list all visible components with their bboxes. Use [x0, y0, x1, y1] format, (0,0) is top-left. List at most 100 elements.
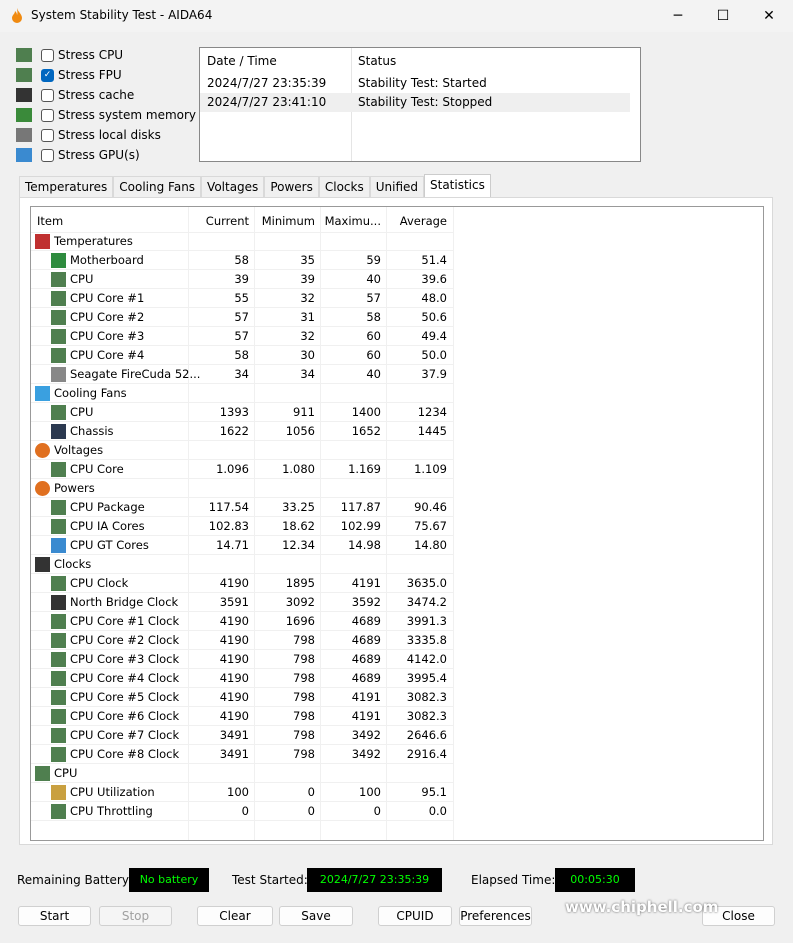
current-value: 4190 [219, 614, 249, 628]
table-row[interactable]: CPU Core #8 Clock 3491 798 3492 2916.4 [31, 745, 454, 764]
log-row[interactable]: 2024/7/27 23:41:10 Stability Test: Stoppe… [200, 93, 630, 112]
average-value: 39.6 [421, 272, 447, 286]
table-row[interactable]: CPU Utilization 100 0 100 95.1 [31, 783, 454, 802]
table-row[interactable]: North Bridge Clock 3591 3092 3592 3474.2 [31, 593, 454, 612]
table-row[interactable]: Motherboard 58 35 59 51.4 [31, 251, 454, 270]
table-group-row[interactable]: CPU [31, 764, 454, 783]
cpu-icon [51, 519, 66, 534]
header-minimum[interactable]: Minimum [255, 209, 315, 233]
checkbox[interactable]: ✓ [41, 68, 54, 82]
stress-option[interactable]: Stress local disks [16, 125, 161, 145]
header-current[interactable]: Current [189, 209, 249, 233]
tab-cooling-fans[interactable]: Cooling Fans [113, 176, 202, 197]
checkbox[interactable] [41, 48, 54, 62]
maximum-value: 100 [359, 785, 381, 799]
table-row[interactable]: CPU Core #5 Clock 4190 798 4191 3082.3 [31, 688, 454, 707]
motherboard-icon [51, 253, 66, 268]
log-row[interactable]: 2024/7/27 23:35:39 Stability Test: Starte… [200, 74, 630, 93]
minimize-button[interactable]: ─ [655, 0, 701, 32]
stress-label: Stress system memory [58, 108, 197, 122]
table-row[interactable]: CPU Core #3 Clock 4190 798 4689 4142.0 [31, 650, 454, 669]
header-average[interactable]: Average [387, 209, 447, 233]
minimum-value: 0 [307, 785, 315, 799]
log-header-status[interactable]: Status [351, 48, 396, 75]
tab-voltages[interactable]: Voltages [201, 176, 265, 197]
stop-button[interactable]: Stop [99, 906, 172, 926]
header-maximum[interactable]: Maximu... [321, 209, 381, 233]
average-value: 48.0 [421, 291, 447, 305]
stress-option[interactable]: ✓ Stress FPU [16, 65, 122, 85]
table-row[interactable]: CPU IA Cores 102.83 18.62 102.99 75.67 [31, 517, 454, 536]
clear-button[interactable]: Clear [197, 906, 273, 926]
table-row[interactable]: CPU Core #2 Clock 4190 798 4689 3335.8 [31, 631, 454, 650]
table-row[interactable]: CPU 1393 911 1400 1234 [31, 403, 454, 422]
table-row[interactable]: CPU Core #1 55 32 57 48.0 [31, 289, 454, 308]
item-name: Clocks [54, 557, 92, 571]
table-row[interactable]: CPU Clock 4190 1895 4191 3635.0 [31, 574, 454, 593]
maximum-value: 4689 [351, 671, 381, 685]
table-row[interactable]: CPU Core #3 57 32 60 49.4 [31, 327, 454, 346]
table-row[interactable]: CPU Core #4 Clock 4190 798 4689 3995.4 [31, 669, 454, 688]
maximum-value: 117.87 [340, 500, 381, 514]
checkbox[interactable] [41, 128, 54, 142]
maximum-value: 14.98 [348, 538, 381, 552]
checkbox[interactable] [41, 148, 54, 162]
gpu-monitor-icon [16, 148, 32, 162]
table-row[interactable]: CPU Core #7 Clock 3491 798 3492 2646.6 [31, 726, 454, 745]
table-group-row[interactable]: Cooling Fans [31, 384, 454, 403]
maximum-value: 59 [366, 253, 381, 267]
tab-unified[interactable]: Unified [369, 176, 424, 197]
table-group-row[interactable]: Voltages [31, 441, 454, 460]
stress-option[interactable]: Stress cache [16, 85, 134, 105]
table-group-row[interactable]: Clocks [31, 555, 454, 574]
log-datetime: 2024/7/27 23:35:39 [207, 76, 327, 90]
minimum-value: 1895 [285, 576, 315, 590]
save-button[interactable]: Save [279, 906, 353, 926]
minimum-value: 1.080 [282, 462, 315, 476]
current-value: 1622 [219, 424, 249, 438]
maximum-value: 60 [366, 348, 381, 362]
table-row[interactable]: CPU GT Cores 14.71 12.34 14.98 14.80 [31, 536, 454, 555]
cpuid-button[interactable]: CPUID [378, 906, 452, 926]
cpu-chip-icon [16, 48, 32, 62]
average-value: 3082.3 [406, 690, 447, 704]
cpu-icon [51, 614, 66, 629]
stress-option[interactable]: Stress GPU(s) [16, 145, 140, 165]
table-group-row[interactable]: Powers [31, 479, 454, 498]
checkbox[interactable] [41, 108, 54, 122]
table-row[interactable]: CPU Core 1.096 1.080 1.169 1.109 [31, 460, 454, 479]
tab-powers[interactable]: Powers [264, 176, 319, 197]
table-row[interactable]: CPU Package 117.54 33.25 117.87 90.46 [31, 498, 454, 517]
log-header-datetime[interactable]: Date / Time [200, 48, 277, 75]
header-item[interactable]: Item [33, 209, 184, 233]
start-button[interactable]: Start [18, 906, 91, 926]
statistics-table: Item Current Minimum Maximu... Average Temper… [30, 206, 764, 841]
stress-option[interactable]: Stress CPU [16, 45, 123, 65]
table-row[interactable]: CPU Core #4 58 30 60 50.0 [31, 346, 454, 365]
preferences-button[interactable]: Preferences [459, 906, 532, 926]
table-row[interactable]: Seagate FireCuda 52... 34 34 40 37.9 [31, 365, 454, 384]
test-started-label: Test Started: [232, 873, 308, 887]
checkbox[interactable] [41, 88, 54, 102]
table-row[interactable]: CPU Core #6 Clock 4190 798 4191 3082.3 [31, 707, 454, 726]
maximum-value: 60 [366, 329, 381, 343]
table-header: Item Current Minimum Maximu... Average [31, 209, 454, 233]
table-row[interactable]: CPU Core #2 57 31 58 50.6 [31, 308, 454, 327]
maximize-button[interactable]: ☐ [700, 0, 746, 32]
table-row[interactable]: CPU Throttling 0 0 0 0.0 [31, 802, 454, 821]
tab-clocks[interactable]: Clocks [318, 176, 370, 197]
event-log: Date / Time Status 2024/7/27 23:35:39 Sta… [199, 47, 641, 162]
item-name: CPU [70, 272, 94, 286]
average-value: 50.6 [421, 310, 447, 324]
table-group-row[interactable]: Temperatures [31, 232, 454, 251]
window-close-button[interactable]: ✕ [746, 0, 792, 32]
stress-label: Stress cache [58, 88, 135, 102]
tab-temperatures[interactable]: Temperatures [19, 176, 114, 197]
tab-statistics[interactable]: Statistics [424, 174, 491, 197]
table-row[interactable]: CPU 39 39 40 39.6 [31, 270, 454, 289]
maximum-value: 102.99 [340, 519, 381, 533]
table-row[interactable]: Chassis 1622 1056 1652 1445 [31, 422, 454, 441]
stress-option[interactable]: Stress system memory [16, 105, 196, 125]
table-row[interactable]: CPU Core #1 Clock 4190 1696 4689 3991.3 [31, 612, 454, 631]
current-value: 1393 [219, 405, 249, 419]
